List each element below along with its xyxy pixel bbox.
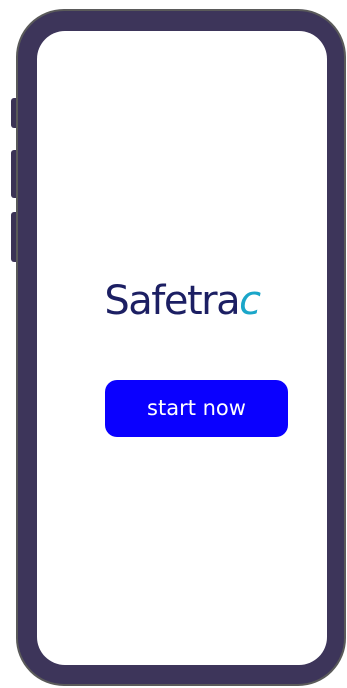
logo-accent-letter: c: [239, 278, 261, 324]
phone-frame: Safetrac start now: [16, 9, 346, 686]
logo-wordmark: Safetra: [104, 278, 240, 324]
app-screen: Safetrac start now: [37, 31, 327, 665]
safetrac-logo: Safetrac: [37, 277, 327, 325]
start-now-button[interactable]: start now: [105, 380, 288, 437]
device-mockup: Safetrac start now: [0, 0, 347, 688]
